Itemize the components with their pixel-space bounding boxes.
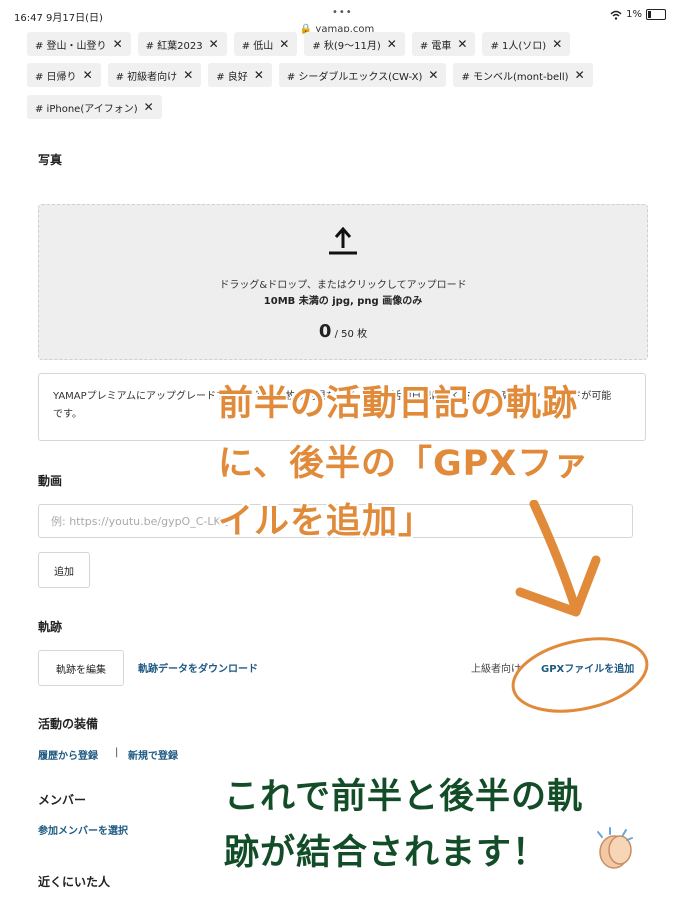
dropzone-instruction: ドラッグ&ドロップ、またはクリックしてアップロード: [219, 280, 467, 291]
tag-label: # 日帰り: [35, 71, 77, 83]
photo-dropzone[interactable]: ドラッグ&ドロップ、またはクリックしてアップロード 10MB 未満の jpg, …: [38, 204, 648, 360]
status-right: 1%: [610, 9, 666, 20]
battery-percent: 1%: [626, 9, 642, 20]
tag-row-1: # 登山・山登り ✕ # 紅葉2023 ✕ # 低山 ✕ # 秋(9〜11月) ✕ # 電車 ✕ #…: [27, 32, 571, 56]
tag-label: # 紅葉2023: [145, 40, 203, 52]
tag-label: # 電車: [419, 40, 452, 52]
remove-tag-icon[interactable]: ✕: [428, 68, 438, 82]
remove-tag-icon[interactable]: ✕: [144, 100, 154, 114]
photo-count: 0 / 50 枚: [39, 321, 647, 342]
download-track-link[interactable]: 軌跡データをダウンロード: [138, 660, 258, 675]
overlay-orange-line-1: 前半の活動日記の軌跡: [218, 384, 579, 424]
overlay-orange-line-3: イルを追加」: [218, 502, 435, 542]
video-add-button[interactable]: 追加: [38, 552, 90, 588]
tag-label: # 登山・山登り: [35, 40, 107, 52]
dropzone-limit: 10MB 未満の jpg, png 画像のみ: [263, 296, 423, 307]
battery-icon: [646, 9, 666, 20]
tag-chip: # 低山 ✕: [233, 32, 298, 56]
remove-tag-icon[interactable]: ✕: [83, 68, 93, 82]
tag-label: # モンベル(mont-bell): [461, 71, 569, 83]
remove-tag-icon[interactable]: ✕: [254, 68, 264, 82]
select-members-link[interactable]: 参加メンバーを選択: [38, 822, 128, 837]
tag-chip: # シーダブルエックス(CW-X) ✕: [278, 63, 447, 87]
photo-heading: 写真: [38, 153, 63, 167]
remove-tag-icon[interactable]: ✕: [113, 37, 123, 51]
tag-chip: # 日帰り ✕: [27, 63, 101, 87]
more-dots-icon[interactable]: •••: [332, 7, 353, 18]
tag-chip: # 電車 ✕: [411, 32, 476, 56]
gear-heading: 活動の装備: [38, 717, 99, 731]
photo-count-value: 0: [318, 321, 332, 342]
edit-track-button[interactable]: 軌跡を編集: [38, 650, 124, 686]
tag-label: # iPhone(アイフォン): [35, 103, 138, 115]
tag-label: # 良好: [216, 71, 248, 83]
wifi-icon: [610, 10, 622, 20]
upload-icon: [329, 227, 357, 255]
remove-tag-icon[interactable]: ✕: [457, 37, 467, 51]
tag-label: # 初級者向け: [115, 71, 178, 83]
remove-tag-icon[interactable]: ✕: [279, 37, 289, 51]
tag-chip: # モンベル(mont-bell) ✕: [453, 63, 593, 87]
status-bar: 16:47 9月17日(日) ••• 🔒 yamap.com 1%: [0, 0, 674, 35]
video-heading: 動画: [38, 474, 63, 488]
status-time: 16:47 9月17日(日): [14, 13, 103, 24]
tag-label: # 秋(9〜11月): [312, 40, 381, 52]
tag-chip: # 秋(9〜11月) ✕: [304, 32, 405, 56]
tag-label: # 1人(ソロ): [490, 40, 547, 52]
overlay-green-line-2: 跡が結合されます！: [224, 833, 549, 873]
remove-tag-icon[interactable]: ✕: [183, 68, 193, 82]
remove-tag-icon[interactable]: ✕: [552, 37, 562, 51]
remove-tag-icon[interactable]: ✕: [575, 68, 585, 82]
tag-chip: # 登山・山登り ✕: [27, 32, 131, 56]
track-heading: 軌跡: [38, 620, 63, 634]
tag-chip: # 初級者向け ✕: [107, 63, 202, 87]
tag-chip: # 1人(ソロ) ✕: [482, 32, 571, 56]
gear-history-link[interactable]: 履歴から登録: [38, 747, 98, 762]
tag-label: # 低山: [241, 40, 274, 52]
tag-chip: # iPhone(アイフォン) ✕: [27, 95, 162, 119]
tag-row-2: # 日帰り ✕ # 初級者向け ✕ # 良好 ✕ # シーダブルエックス(CW-X) ✕ # モ…: [27, 63, 593, 87]
remove-tag-icon[interactable]: ✕: [209, 37, 219, 51]
nearby-heading: 近くにいた人: [38, 875, 111, 889]
overlay-orange-line-2: に、後半の「GPXファ: [218, 444, 590, 484]
annotation-arrow: [511, 500, 649, 713]
tag-chip: # 紅葉2023 ✕: [137, 32, 227, 56]
members-heading: メンバー: [38, 793, 87, 807]
photo-count-suffix: / 50 枚: [334, 329, 368, 340]
clapping-hands-icon: [597, 827, 633, 869]
gear-new-link[interactable]: 新規で登録: [128, 747, 178, 762]
tag-row-3: # iPhone(アイフォン) ✕: [27, 95, 162, 119]
tag-chip: # 良好 ✕: [208, 63, 272, 87]
remove-tag-icon[interactable]: ✕: [387, 37, 397, 51]
gear-separator: |: [115, 747, 119, 758]
tag-label: # シーダブルエックス(CW-X): [286, 71, 423, 83]
overlay-green-line-1: これで前半と後半の軌: [224, 777, 583, 817]
